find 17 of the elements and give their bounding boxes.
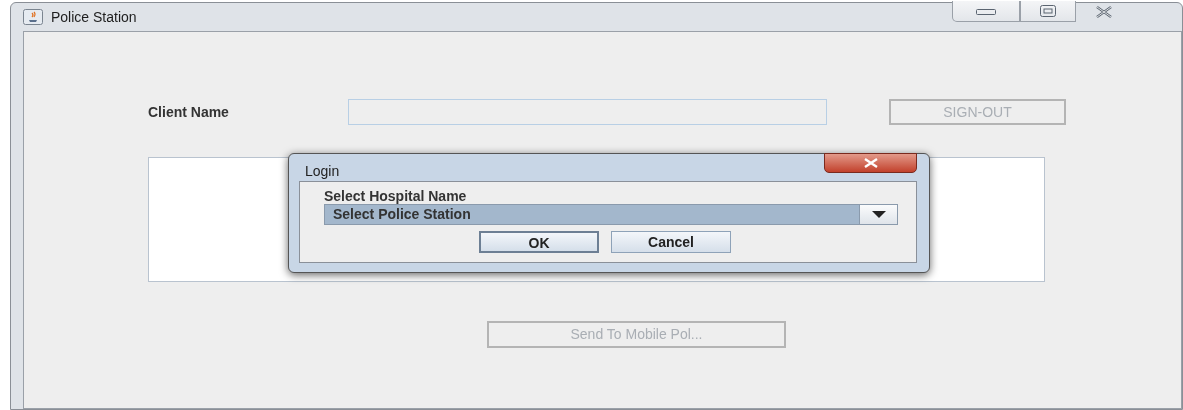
caret-icon bbox=[871, 211, 886, 218]
app-icon bbox=[23, 9, 43, 25]
dialog-button[interactable]: Cancel bbox=[611, 231, 731, 253]
close-icon bbox=[1096, 5, 1112, 18]
client-name-field[interactable] bbox=[348, 99, 827, 125]
dialog-button[interactable]: OK bbox=[479, 231, 599, 253]
maximize-icon bbox=[1040, 5, 1056, 17]
window-title: Police Station bbox=[51, 7, 137, 27]
minimize-button[interactable] bbox=[952, 1, 1020, 22]
dialog-title: Login bbox=[305, 163, 340, 179]
minimize-icon bbox=[976, 7, 996, 15]
maximize-button[interactable] bbox=[1020, 1, 1076, 22]
client-name-label: Client Name bbox=[148, 102, 230, 122]
close-icon bbox=[862, 158, 879, 168]
dialog-close-button[interactable] bbox=[824, 153, 917, 173]
station-dropdown[interactable]: Select Police Station bbox=[324, 204, 898, 225]
prompt-label: Select Hospital Name bbox=[324, 189, 468, 204]
